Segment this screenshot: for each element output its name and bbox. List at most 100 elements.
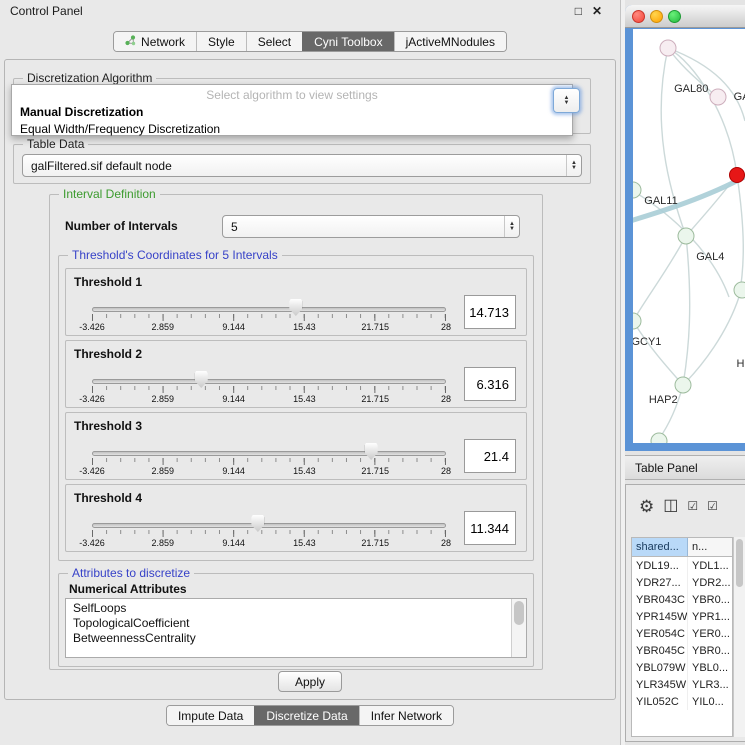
scale-label: 28	[441, 538, 451, 548]
scale-label: -3.426	[79, 466, 105, 476]
popup-option-equal-width-frequency[interactable]: Equal Width/Frequency Discretization	[12, 121, 572, 138]
tab-jactivemnodules[interactable]: jActiveMNodules	[394, 32, 506, 51]
threshold-slider[interactable]: -3.4262.8599.14415.4321.71528	[92, 299, 446, 335]
table-row[interactable]: YDL19...YDL1...	[632, 557, 732, 574]
tab-infer-network[interactable]: Infer Network	[359, 706, 453, 725]
table-row[interactable]: YBR045CYBR0...	[632, 642, 732, 659]
tab-select[interactable]: Select	[246, 32, 302, 51]
popup-placeholder-text: Select algorithm to view settings	[12, 85, 572, 104]
table-panel-title: Table Panel	[635, 461, 698, 475]
table-data-combo[interactable]: galFiltered.sif default node ▲▼	[22, 154, 582, 177]
node-label: GAL80	[674, 83, 708, 95]
traffic-light-zoom-icon[interactable]	[668, 10, 681, 23]
network-canvas[interactable]: GAL80GAGAL11GAL4GCY1HAP2H	[633, 29, 745, 443]
column-header[interactable]: n...	[688, 538, 732, 556]
attribute-item[interactable]: TopologicalCoefficient	[73, 616, 508, 631]
table-cell: YER054C	[632, 625, 688, 642]
threshold-slider[interactable]: -3.4262.8599.14415.4321.71528	[92, 443, 446, 479]
top-tab-bar: NetworkStyleSelectCyni ToolboxjActiveMNo…	[113, 31, 507, 52]
table-scrollbar[interactable]	[733, 537, 745, 737]
number-of-intervals-combo[interactable]: 5 ▲▼	[222, 215, 520, 238]
tab-discretize-data[interactable]: Discretize Data	[254, 706, 358, 725]
attributes-list[interactable]: SelfLoopsTopologicalCoefficientBetweenne…	[65, 598, 527, 658]
network-window-titlebar[interactable]	[625, 5, 745, 28]
tab-label: Discretize Data	[266, 709, 347, 723]
table-row[interactable]: YBL079WYBL0...	[632, 659, 732, 676]
threshold-value-field[interactable]: 11.344	[464, 511, 516, 545]
window-buttons: □ ✕	[575, 4, 602, 18]
network-node[interactable]	[733, 281, 745, 298]
table-cell: YBR043C	[632, 591, 688, 608]
scale-label: 15.43	[293, 538, 316, 548]
table-cell: YLR345W	[632, 676, 688, 693]
network-icon	[125, 35, 136, 49]
number-of-intervals-label: Number of Intervals	[65, 219, 178, 233]
checkbox-filter-icon[interactable]: ☑	[707, 500, 718, 512]
attributes-list-items: SelfLoopsTopologicalCoefficientBetweenne…	[73, 601, 508, 646]
traffic-light-minimize-icon[interactable]	[650, 10, 663, 23]
numerical-attributes-label: Numerical Attributes	[69, 582, 187, 596]
threshold-slider[interactable]: -3.4262.8599.14415.4321.71528	[92, 515, 446, 551]
tab-style[interactable]: Style	[196, 32, 246, 51]
window-title: Control Panel	[10, 4, 83, 18]
network-node[interactable]	[710, 89, 727, 106]
node-label: GAL11	[644, 195, 677, 207]
scale-label: 21.715	[361, 394, 389, 404]
scale-label: -3.426	[79, 394, 105, 404]
column-header[interactable]: shared...	[632, 538, 688, 556]
cyni-toolbox-panel: Discretization Algorithm Select algorith…	[4, 59, 616, 700]
float-window-icon[interactable]: □	[575, 4, 582, 18]
network-node[interactable]	[675, 377, 692, 394]
network-node-selected[interactable]	[729, 167, 745, 183]
tab-impute-data[interactable]: Impute Data	[167, 706, 254, 725]
scale-label: 21.715	[361, 466, 389, 476]
table-cell: YER0...	[688, 625, 732, 642]
table-row[interactable]: YIL052CYIL0...	[632, 693, 732, 710]
slider-scale: -3.4262.8599.14415.4321.71528	[92, 394, 446, 405]
network-node[interactable]	[650, 432, 667, 443]
close-window-icon[interactable]: ✕	[592, 4, 602, 18]
algorithm-combo-stepper-icon[interactable]: ▲▼	[553, 88, 580, 113]
tab-cyni-toolbox[interactable]: Cyni Toolbox	[302, 32, 393, 51]
threshold-value-field[interactable]: 21.4	[464, 439, 516, 473]
attributes-scrollbar[interactable]	[511, 599, 526, 657]
gear-icon[interactable]: ⚙	[639, 498, 654, 515]
table-panel-titlebar[interactable]: Table Panel	[625, 455, 745, 480]
apply-button[interactable]: Apply	[278, 671, 342, 692]
tab-network[interactable]: Network	[114, 32, 196, 51]
threshold-slider[interactable]: -3.4262.8599.14415.4321.71528	[92, 371, 446, 407]
table-cell: YIL0...	[688, 693, 732, 710]
group-title-discretization-algorithm: Discretization Algorithm	[23, 71, 156, 85]
node-table: shared...n... YDL19...YDL1...YDR27...YDR…	[631, 537, 733, 737]
table-row[interactable]: YDR27...YDR2...	[632, 574, 732, 591]
popup-option-manual-discretization[interactable]: Manual Discretization	[12, 104, 572, 121]
table-row[interactable]: YBR043CYBR0...	[632, 591, 732, 608]
scale-label: 15.43	[293, 322, 316, 332]
table-cell: YDR2...	[688, 574, 732, 591]
threshold-value-field[interactable]: 6.316	[464, 367, 516, 401]
table-row[interactable]: YLR345WYLR3...	[632, 676, 732, 693]
scale-label: 15.43	[293, 466, 316, 476]
table-row[interactable]: YER054CYER0...	[632, 625, 732, 642]
number-of-intervals-value: 5	[231, 220, 504, 234]
slider-track[interactable]	[92, 451, 446, 456]
slider-track[interactable]	[92, 307, 446, 312]
slider-track[interactable]	[92, 379, 446, 384]
threshold-value-field[interactable]: 14.713	[464, 295, 516, 329]
table-cell: YDL19...	[632, 557, 688, 574]
network-view-window: GAL80GAGAL11GAL4GCY1HAP2H	[625, 5, 745, 451]
scale-label: 2.859	[152, 538, 175, 548]
table-cell: YDR27...	[632, 574, 688, 591]
slider-track[interactable]	[92, 523, 446, 528]
attribute-item[interactable]: SelfLoops	[73, 601, 508, 616]
table-row[interactable]: YPR145WYPR1...	[632, 608, 732, 625]
network-node[interactable]	[677, 228, 694, 245]
checkbox-filter-icon[interactable]: ☑	[687, 500, 698, 512]
threshold-label: Threshold 1	[74, 275, 142, 289]
traffic-light-close-icon[interactable]	[632, 10, 645, 23]
attribute-item[interactable]: BetweennessCentrality	[73, 631, 508, 646]
tab-label: Impute Data	[178, 709, 243, 723]
columns-icon[interactable]: ◫	[663, 498, 678, 514]
scale-label: 28	[441, 466, 451, 476]
network-node[interactable]	[659, 39, 676, 56]
